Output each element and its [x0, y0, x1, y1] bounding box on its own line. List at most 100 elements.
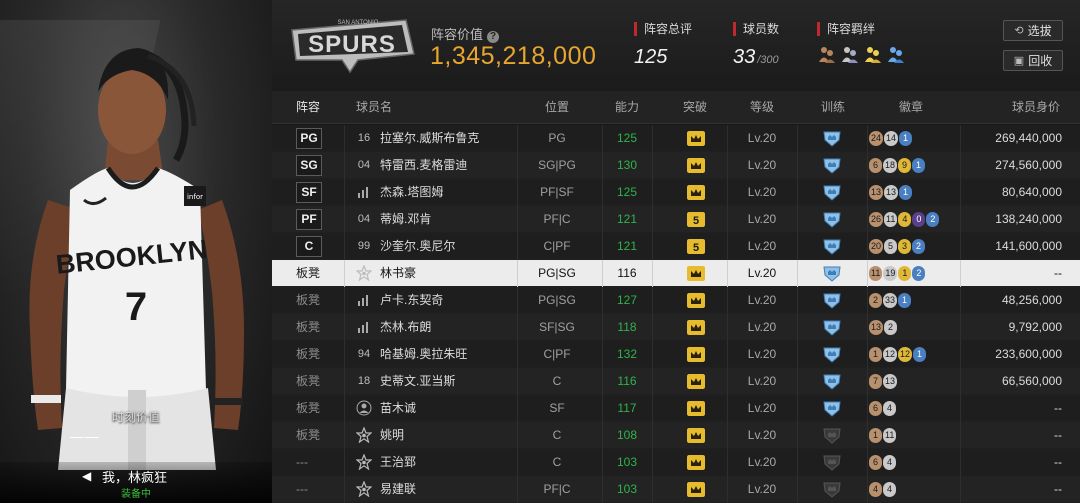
recycle-button[interactable]: ▣ 回收 [1003, 50, 1063, 71]
training-icon[interactable] [822, 318, 842, 336]
table-row[interactable]: 板凳 卢卡.东契奇 PG|SG 127 Lv.20 2 33 1 48,256,000 [272, 287, 1080, 314]
breakthrough-crown-icon[interactable] [687, 455, 705, 470]
slot-position-badge[interactable]: PF [296, 209, 322, 230]
col-training[interactable]: 训练 [821, 91, 845, 124]
bond-icon-blue[interactable] [886, 44, 906, 64]
badge-group[interactable]: 20 5 3 2 [869, 239, 926, 254]
badge-group[interactable]: 6 18 9 1 [869, 158, 926, 173]
slot-position-badge[interactable]: PG [296, 128, 322, 149]
badge-group[interactable]: 1 12 12 1 [869, 347, 927, 362]
training-icon[interactable] [822, 453, 842, 471]
bond-icon-bronze[interactable] [817, 44, 837, 64]
badge-group[interactable]: 64 [869, 401, 896, 416]
table-row[interactable]: 板凳 杰林.布朗 SF|SG 118 Lv.20 13 2 9,792,000 [272, 314, 1080, 341]
breakthrough-crown-icon[interactable] [687, 428, 705, 443]
table-row[interactable]: --- 易建联 PF|C 103 Lv.20 4 4 -- [272, 476, 1080, 503]
badge-group[interactable]: 13 13 1 [869, 185, 913, 200]
breakthrough-crown-icon[interactable] [687, 131, 705, 146]
breakthrough-crown-icon[interactable] [687, 185, 705, 200]
column-divider [652, 422, 653, 449]
badge-group[interactable]: 7 13 [869, 374, 898, 389]
prev-arrow-icon[interactable]: ◀ [82, 469, 91, 483]
table-row[interactable]: 板凳 姚明 C 108 Lv.20 1 11 -- [272, 422, 1080, 449]
breakthrough-crown-icon[interactable] [687, 374, 705, 389]
column-divider [960, 368, 961, 395]
col-value[interactable]: 球员身价 [1012, 91, 1060, 124]
player-name[interactable]: 杰森.塔图姆 [380, 179, 443, 206]
training-icon[interactable] [822, 264, 842, 282]
col-name[interactable]: 球员名 [356, 91, 392, 124]
training-icon[interactable] [822, 480, 842, 498]
training-icon[interactable] [822, 129, 842, 147]
breakthrough-level-icon[interactable]: 5 [687, 239, 705, 254]
table-row[interactable]: 板凳 18 史蒂文.亚当斯 C 116 Lv.20 7 13 66,560,000 [272, 368, 1080, 395]
table-row[interactable]: --- 王治郅 C 103 Lv.20 6 4 -- [272, 449, 1080, 476]
breakthrough-crown-icon[interactable] [687, 401, 705, 416]
col-breakthrough[interactable]: 突破 [683, 91, 707, 124]
player-name[interactable]: 蒂姆.邓肯 [380, 206, 431, 233]
breakthrough-crown-icon[interactable] [687, 482, 705, 497]
player-ability: 121 [616, 212, 638, 226]
badge-group[interactable]: 11 19 1 2 [869, 266, 926, 281]
player-name[interactable]: 拉塞尔.威斯布鲁克 [380, 125, 479, 152]
breakthrough-crown-icon[interactable] [687, 347, 705, 362]
badge-group[interactable]: 26 11 4 0 2 [869, 212, 940, 227]
bond-icon-gold[interactable] [863, 44, 883, 64]
player-name[interactable]: 林书豪 [380, 260, 416, 287]
table-row[interactable]: PF 04 蒂姆.邓肯 PF|C 121 5 Lv.20 26 11 4 0 2 138,240,000 [272, 206, 1080, 233]
player-value: 66,560,000 [1001, 374, 1062, 388]
col-slot[interactable]: 阵容 [296, 91, 320, 124]
training-icon[interactable] [822, 399, 842, 417]
table-row[interactable]: SF 杰森.塔图姆 PF|SF 125 Lv.20 13 13 1 80,640,000 [272, 179, 1080, 206]
player-name[interactable]: 卢卡.东契奇 [380, 287, 443, 314]
player-name[interactable]: 沙奎尔.奥尼尔 [380, 233, 455, 260]
col-level[interactable]: 等级 [750, 91, 774, 124]
badge-group[interactable]: 44 [869, 482, 896, 497]
table-row[interactable]: 板凳 苗木诚 SF 117 Lv.20 6 4 -- [272, 395, 1080, 422]
col-ability[interactable]: 能力 [615, 91, 639, 124]
col-badges[interactable]: 徽章 [899, 91, 923, 124]
moment-value: 时刻价值 —— [0, 408, 272, 444]
player-name[interactable]: 苗木诚 [380, 395, 416, 422]
player-name[interactable]: 杰林.布朗 [380, 314, 431, 341]
slot-position-badge[interactable]: SG [296, 155, 322, 176]
badge-group[interactable]: 2 33 1 [869, 293, 912, 308]
slot-position-badge[interactable]: C [296, 236, 322, 257]
breakthrough-crown-icon[interactable] [687, 320, 705, 335]
breakthrough-crown-icon[interactable] [687, 266, 705, 281]
player-name[interactable]: 易建联 [380, 476, 416, 503]
player-name[interactable]: 王治郅 [380, 449, 416, 476]
slot-position-badge[interactable]: SF [296, 182, 322, 203]
select-button[interactable]: ⟲ 选拔 [1003, 20, 1063, 41]
breakthrough-crown-icon[interactable] [687, 293, 705, 308]
bond-icon-silver[interactable] [840, 44, 860, 64]
table-row[interactable]: PG 16 拉塞尔.威斯布鲁克 PG 125 Lv.20 24 14 1 269,440,000 [272, 125, 1080, 152]
table-row[interactable]: 板凳 林书豪 PG|SG 116 Lv.20 11 19 1 2 -- [272, 260, 1080, 287]
badge-count: 1 [898, 266, 912, 281]
badge-group[interactable]: 64 [869, 455, 896, 470]
training-icon[interactable] [822, 345, 842, 363]
player-name[interactable]: 史蒂文.亚当斯 [380, 368, 455, 395]
badge-group[interactable]: 13 2 [869, 320, 898, 335]
training-icon[interactable] [822, 372, 842, 390]
column-divider [344, 233, 345, 260]
col-position[interactable]: 位置 [545, 91, 569, 124]
table-row[interactable]: C 99 沙奎尔.奥尼尔 C|PF 121 5 Lv.20 20 5 3 2 141,600,000 [272, 233, 1080, 260]
table-row[interactable]: SG 04 特雷西.麦格雷迪 SG|PG 130 Lv.20 6 18 9 1 274,560,00… [272, 152, 1080, 179]
player-name[interactable]: 姚明 [380, 422, 404, 449]
table-row[interactable]: 板凳 94 哈基姆.奥拉朱旺 C|PF 132 Lv.20 1 12 12 1 233,600,00… [272, 341, 1080, 368]
player-name[interactable]: 特雷西.麦格雷迪 [380, 152, 467, 179]
training-icon[interactable] [822, 156, 842, 174]
breakthrough-crown-icon[interactable] [687, 158, 705, 173]
badge-group[interactable]: 1 11 [869, 428, 897, 443]
training-icon[interactable] [822, 210, 842, 228]
training-icon[interactable] [822, 426, 842, 444]
badge-group[interactable]: 24 14 1 [869, 131, 913, 146]
training-icon[interactable] [822, 183, 842, 201]
training-icon[interactable] [822, 291, 842, 309]
training-icon[interactable] [822, 237, 842, 255]
player-name[interactable]: 哈基姆.奥拉朱旺 [380, 341, 467, 368]
breakthrough-level-icon[interactable]: 5 [687, 212, 705, 227]
column-divider [652, 314, 653, 341]
motto-bar[interactable]: ◀ 我，林疯狂 装备中 [0, 462, 272, 503]
